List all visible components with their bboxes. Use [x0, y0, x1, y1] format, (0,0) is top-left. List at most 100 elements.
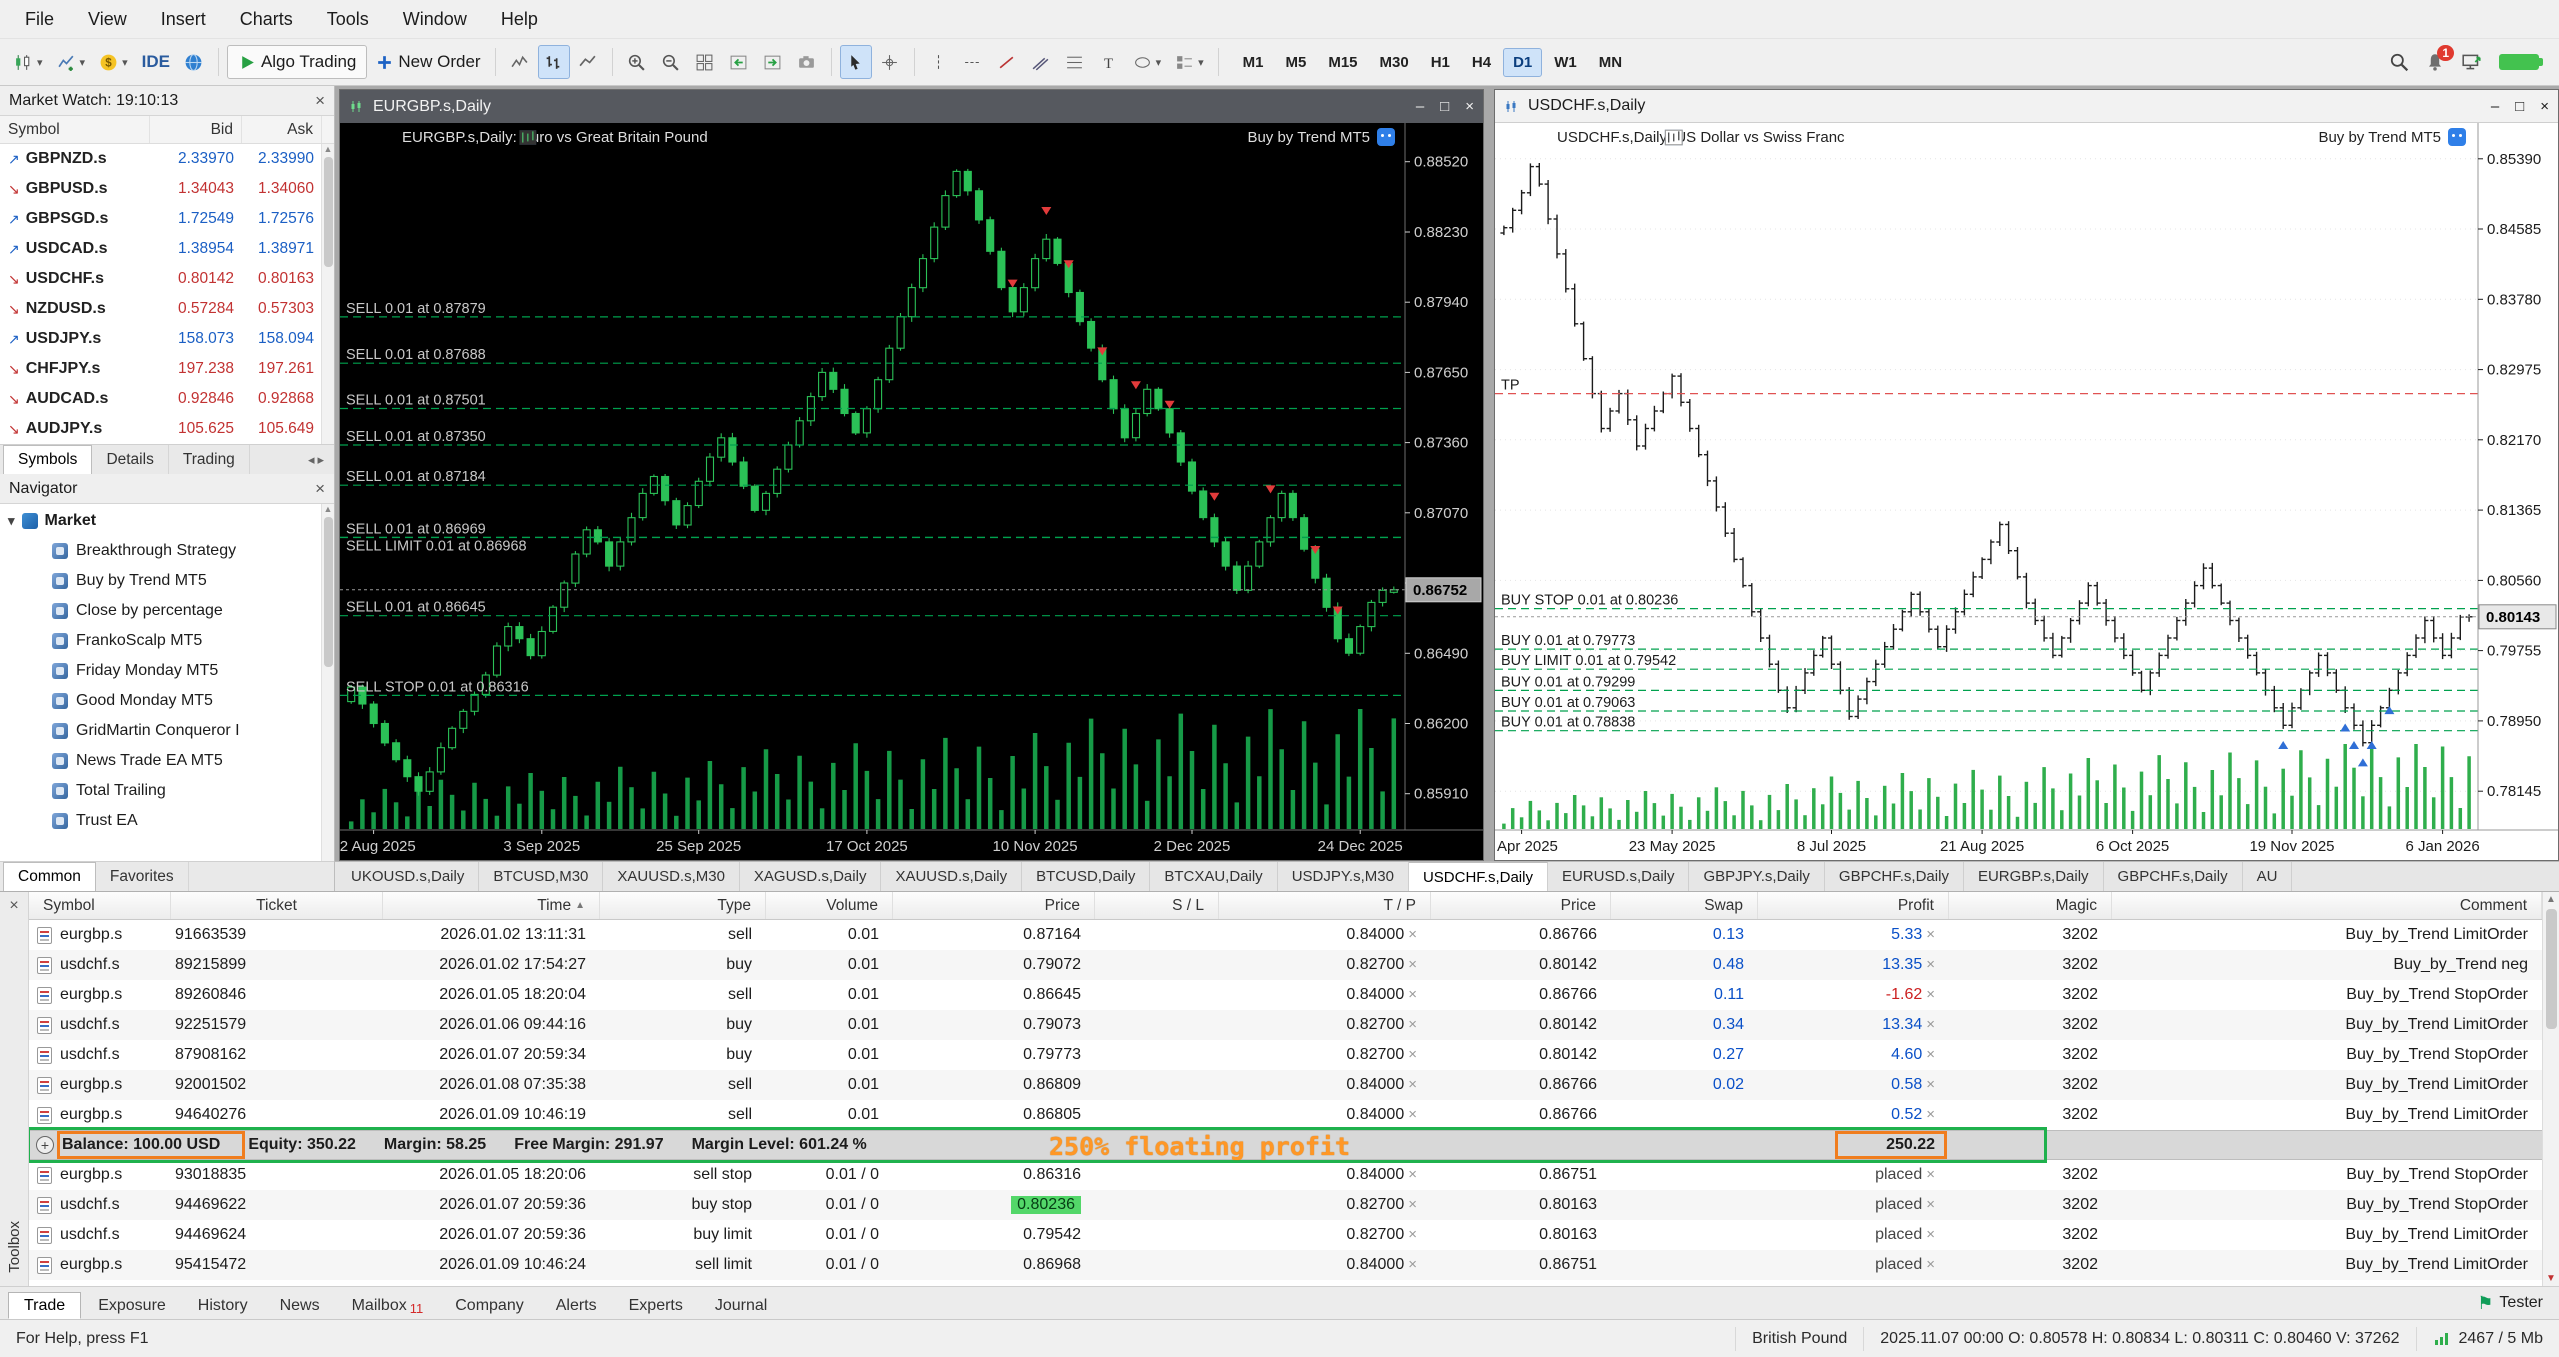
tree-node-market[interactable]: ▾Market	[0, 506, 334, 536]
timeframe-h1[interactable]: H1	[1421, 48, 1460, 77]
trade-row-94469622[interactable]: usdchf.s944696222026.01.07 20:59:36buy s…	[29, 1190, 2542, 1220]
close-toolbox-icon[interactable]: ×	[9, 897, 18, 915]
dock-left-button[interactable]	[723, 45, 755, 79]
chart-tab[interactable]: GBPJPY.s,Daily	[1689, 862, 1824, 891]
mw-col-ask[interactable]: Ask	[242, 116, 322, 143]
minimize-icon[interactable]: –	[2491, 98, 2499, 115]
trade-row-94640276[interactable]: eurgbp.s946402762026.01.09 10:46:19sell0…	[29, 1100, 2542, 1130]
col-time[interactable]: Time ▲	[383, 892, 600, 919]
remove-tp-icon[interactable]: ×	[1408, 1196, 1417, 1213]
trade-row-92001502[interactable]: eurgbp.s920015022026.01.08 07:35:38sell0…	[29, 1070, 2542, 1100]
zoom-out-button[interactable]	[655, 45, 687, 79]
toolbox-tab-news[interactable]: News	[265, 1292, 335, 1319]
trade-row-93018835[interactable]: eurgbp.s930188352026.01.05 18:20:06sell …	[29, 1160, 2542, 1190]
close-icon[interactable]: ×	[315, 479, 325, 499]
algo-trading-button[interactable]: Algo Trading	[227, 45, 367, 79]
tab-trading[interactable]: Trading	[169, 445, 250, 474]
ide-button[interactable]: IDE	[136, 45, 176, 79]
chart-tab[interactable]: UKOUSD.s,Daily	[337, 862, 479, 891]
col-sl[interactable]: S / L	[1095, 892, 1219, 919]
expert-advisor-icon[interactable]	[1377, 128, 1395, 146]
menu-help[interactable]: Help	[484, 0, 555, 38]
tab-scroll-icons[interactable]: ◂▸	[301, 445, 334, 474]
close-icon[interactable]: ×	[315, 91, 325, 111]
remove-tp-icon[interactable]: ×	[1408, 1166, 1417, 1183]
eurgbp-chart-canvas[interactable]: SELL 0.01 at 0.87879SELL 0.01 at 0.87688…	[340, 123, 1483, 860]
tree-node-ea[interactable]: Good Monday MT5	[0, 686, 334, 716]
chart-tab[interactable]: USDJPY.s,M30	[1278, 862, 1409, 891]
tab-symbols[interactable]: Symbols	[3, 445, 92, 474]
horizontal-line-button[interactable]	[957, 45, 989, 79]
tab-details[interactable]: Details	[92, 445, 168, 474]
tree-node-ea[interactable]: Breakthrough Strategy	[0, 536, 334, 566]
text-tool-button[interactable]: T	[1093, 45, 1125, 79]
maximize-icon[interactable]: □	[1440, 98, 1449, 115]
expand-balance-icon[interactable]: +	[36, 1136, 54, 1154]
remove-tp-icon[interactable]: ×	[1408, 986, 1417, 1003]
menu-tools[interactable]: Tools	[310, 0, 386, 38]
col-price[interactable]: Price	[1431, 892, 1611, 919]
chart-tab[interactable]: EURUSD.s,Daily	[1548, 862, 1690, 891]
cursor-button[interactable]	[840, 45, 872, 79]
dock-right-button[interactable]	[757, 45, 789, 79]
bar-chart-button[interactable]	[538, 45, 570, 79]
scroll-up-icon[interactable]: ▲	[2546, 894, 2556, 905]
col-magic[interactable]: Magic	[1949, 892, 2112, 919]
col-price[interactable]: Price	[893, 892, 1095, 919]
new-order-button[interactable]: New Order	[369, 45, 486, 79]
shapes-button[interactable]: ▾	[1127, 45, 1168, 79]
line-chart-button[interactable]	[572, 45, 604, 79]
usdchf-chart-canvas[interactable]: TPBUY STOP 0.01 at 0.80236BUY 0.01 at 0.…	[1495, 123, 2558, 860]
chart-tab[interactable]: GBPCHF.s,Daily	[1825, 862, 1964, 891]
tree-node-ea[interactable]: FrankoScalp MT5	[0, 626, 334, 656]
collapse-icon[interactable]: ▾	[8, 513, 15, 529]
timeframe-m1[interactable]: M1	[1233, 48, 1274, 77]
trade-row-91663539[interactable]: eurgbp.s916635392026.01.02 13:11:31sell0…	[29, 920, 2542, 950]
market-watch-row-audcad.s[interactable]: ↘AUDCAD.s0.928460.92868	[0, 384, 334, 414]
chart-body-usdchf[interactable]: TPBUY STOP 0.01 at 0.80236BUY 0.01 at 0.…	[1495, 123, 2558, 860]
crosshair-button[interactable]	[874, 45, 906, 79]
zoom-in-button[interactable]	[621, 45, 653, 79]
col-symbol[interactable]: Symbol	[29, 892, 171, 919]
close-position-icon[interactable]: ×	[1926, 1166, 1935, 1183]
trendline-button[interactable]	[991, 45, 1023, 79]
tab-common[interactable]: Common	[3, 862, 96, 891]
chart-tab[interactable]: BTCUSD,Daily	[1022, 862, 1150, 891]
chart-tab[interactable]: XAUUSD.s,M30	[603, 862, 740, 891]
menu-view[interactable]: View	[71, 0, 144, 38]
search-icon[interactable]	[2389, 52, 2409, 72]
tree-node-ea[interactable]: News Trade EA MT5	[0, 746, 334, 776]
trade-row-94469624[interactable]: usdchf.s944696242026.01.07 20:59:36buy l…	[29, 1220, 2542, 1250]
remove-tp-icon[interactable]: ×	[1408, 1226, 1417, 1243]
new-chart-button[interactable]: ▾	[51, 45, 92, 79]
mw-col-bid[interactable]: Bid	[150, 116, 242, 143]
fibonacci-button[interactable]	[1059, 45, 1091, 79]
chart-tab[interactable]: XAGUSD.s,Daily	[740, 862, 882, 891]
trade-scrollbar[interactable]: ▲ ▼	[2542, 892, 2559, 1286]
market-watch-row-chfjpy.s[interactable]: ↘CHFJPY.s197.238197.261	[0, 354, 334, 384]
tree-node-ea[interactable]: Trust EA	[0, 806, 334, 836]
close-position-icon[interactable]: ×	[1926, 1226, 1935, 1243]
market-watch-row-usdjpy.s[interactable]: ↗USDJPY.s158.073158.094	[0, 324, 334, 354]
market-watch-row-gbpnzd.s[interactable]: ↗GBPNZD.s2.339702.33990	[0, 144, 334, 174]
close-position-icon[interactable]: ×	[1926, 1106, 1935, 1123]
toolbox-tab-history[interactable]: History	[183, 1292, 263, 1319]
close-position-icon[interactable]: ×	[1926, 1076, 1935, 1093]
market-watch-scrollbar[interactable]: ▲	[321, 144, 334, 444]
chart-tab[interactable]: XAUUSD.s,Daily	[881, 862, 1022, 891]
toolbox-tab-journal[interactable]: Journal	[700, 1292, 782, 1319]
timeframe-m15[interactable]: M15	[1318, 48, 1367, 77]
col-swap[interactable]: Swap	[1611, 892, 1758, 919]
chart-tab[interactable]: BTCXAU,Daily	[1150, 862, 1277, 891]
remove-tp-icon[interactable]: ×	[1408, 956, 1417, 973]
market-watch-row-usdcad.s[interactable]: ↗USDCAD.s1.389541.38971	[0, 234, 334, 264]
remove-tp-icon[interactable]: ×	[1408, 1016, 1417, 1033]
balance-row[interactable]: +Balance: 100.00 USDEquity: 350.22Margin…	[29, 1130, 2542, 1160]
col-ticket[interactable]: Ticket	[171, 892, 383, 919]
tree-node-ea[interactable]: Close by percentage	[0, 596, 334, 626]
close-icon[interactable]: ×	[1465, 98, 1474, 115]
tab-favorites[interactable]: Favorites	[96, 862, 189, 891]
tree-node-ea[interactable]: Buy by Trend MT5	[0, 566, 334, 596]
maximize-icon[interactable]: □	[2515, 98, 2524, 115]
chart-type-button[interactable]: ▾	[8, 45, 49, 79]
